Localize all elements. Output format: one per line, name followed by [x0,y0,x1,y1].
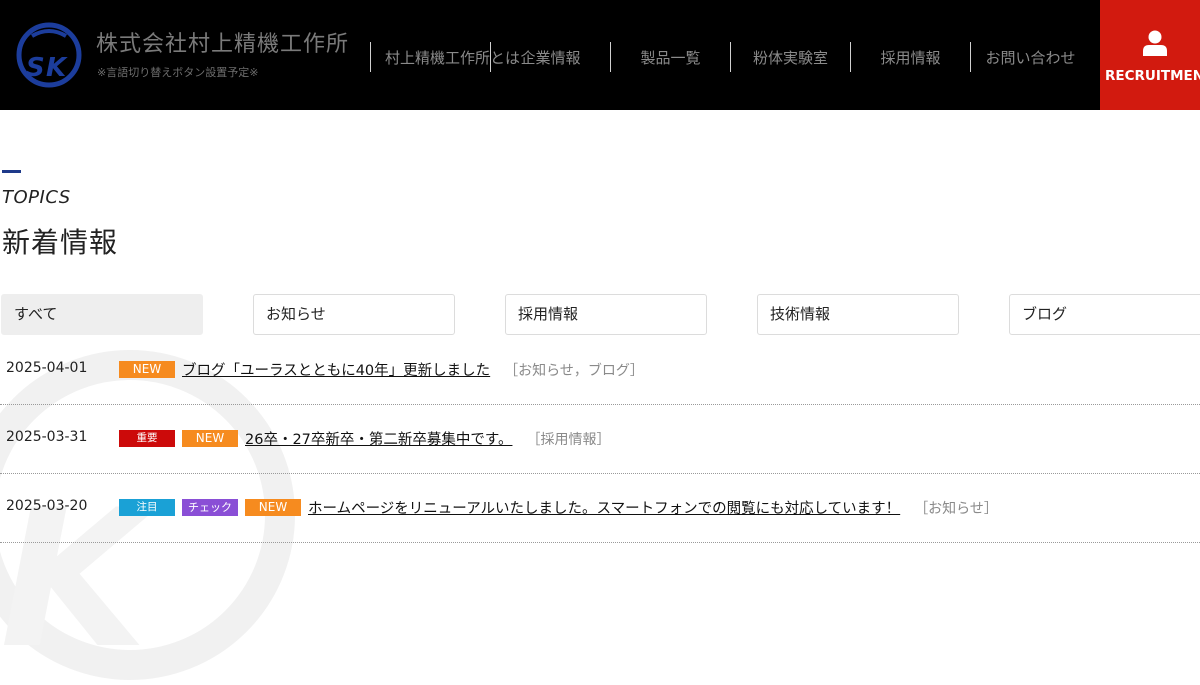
tab-recruit[interactable]: 採用情報 [505,294,707,335]
news-category: ［お知らせ］ [914,500,998,517]
badge-new: NEW [245,499,301,516]
section-accent-bar [2,170,21,173]
news-date: 2025-03-20 [6,498,88,514]
news-row: 2025-04-01 NEW ブログ「ユーラスとともに40年」更新しました ［お… [0,335,1200,405]
svg-text:K: K [46,53,68,83]
nav-recruit[interactable]: 採用情報 [850,42,970,72]
badge-important: 重要 [119,430,175,447]
tab-all[interactable]: すべて [1,294,203,335]
nav-about[interactable]: 村上精機工作所とは [370,42,520,72]
svg-text:S: S [26,53,45,83]
badge-new: NEW [119,361,175,378]
news-title-link[interactable]: 26卒・27卒新卒・第二新卒募集中です。 [245,428,512,449]
recruitment-button[interactable]: RECRUITMENT [1100,0,1200,110]
news-date: 2025-04-01 [6,360,88,376]
badge-new: NEW [182,430,238,447]
section-title: 新着情報 [2,226,119,259]
section-label-en: TOPICS [2,187,71,208]
recruitment-label: RECRUITMENT [1105,68,1200,84]
badge-attention: 注目 [119,499,175,516]
company-name[interactable]: 株式会社村上精機工作所 [96,26,349,58]
news-title-link[interactable]: ブログ「ユーラスとともに40年」更新しました [182,359,490,380]
global-nav: 村上精機工作所とは 企業情報 製品一覧 粉体実験室 採用情報 お問い合わせ [370,42,1090,72]
news-date: 2025-03-31 [6,429,88,445]
tab-tech[interactable]: 技術情報 [757,294,959,335]
company-logo-icon[interactable]: S K [14,22,84,88]
site-header: S K 株式会社村上精機工作所 ※言語切り替えボタン設置予定※ 村上精機工作所と… [0,0,1200,110]
news-row: 2025-03-20 注目 チェック NEW ホームページをリニューアルいたしま… [0,473,1200,543]
news-category: ［お知らせ，ブログ］ [504,362,644,379]
nav-powder-lab[interactable]: 粉体実験室 [730,42,850,72]
nav-products[interactable]: 製品一覧 [610,42,730,72]
company-subtitle: ※言語切り替えボタン設置予定※ [97,66,259,79]
news-category: ［採用情報］ [526,431,611,448]
badge-check: チェック [182,499,238,516]
tab-blog[interactable]: ブログ [1009,294,1200,335]
user-icon [1143,30,1167,56]
tab-notice[interactable]: お知らせ [253,294,455,335]
news-row: 2025-03-31 重要 NEW 26卒・27卒新卒・第二新卒募集中です。 ［… [0,404,1200,474]
nav-company-info[interactable]: 企業情報 [490,42,610,72]
nav-contact[interactable]: お問い合わせ [970,42,1090,72]
news-title-link[interactable]: ホームページをリニューアルいたしました。スマートフォンでの閲覧にも対応しています… [308,497,900,518]
